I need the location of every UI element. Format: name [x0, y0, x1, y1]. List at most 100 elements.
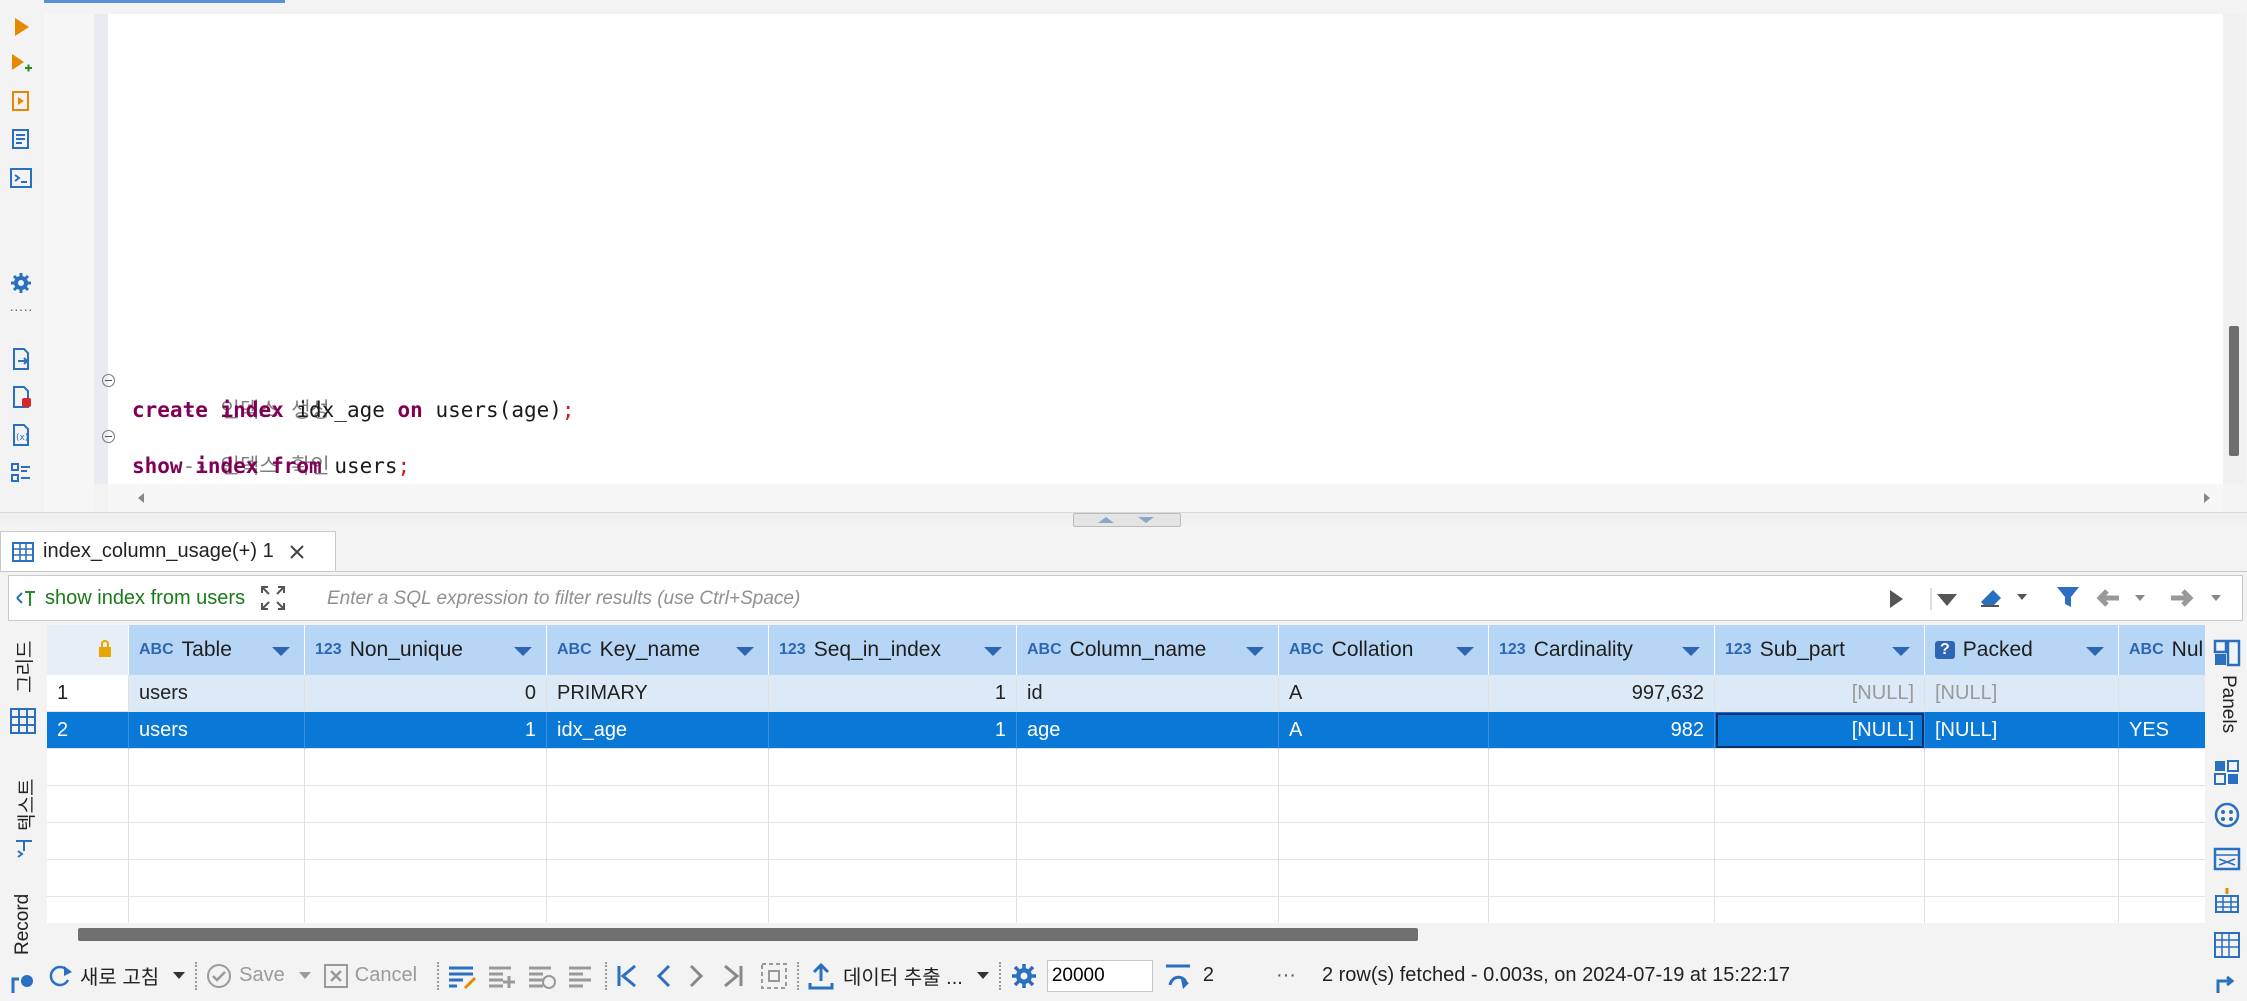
expand-filter-icon[interactable] — [259, 584, 287, 612]
table-cell[interactable] — [1715, 749, 1925, 786]
table-cell[interactable] — [769, 897, 1017, 923]
table-cell[interactable] — [1489, 749, 1715, 786]
table-cell[interactable] — [1715, 786, 1925, 823]
vtab-grid-label[interactable]: 그리드 — [10, 641, 37, 693]
table-cell[interactable]: idx_age — [547, 712, 769, 749]
row-number[interactable] — [47, 823, 129, 860]
grid-view-icon[interactable] — [10, 708, 36, 734]
editor-horizontal-scrollbar[interactable] — [108, 484, 2223, 512]
save-dropdown-icon[interactable] — [297, 969, 313, 983]
table-cell[interactable] — [2119, 897, 2205, 923]
table-cell[interactable] — [1925, 897, 2119, 923]
table-cell[interactable] — [305, 786, 547, 823]
problems-icon[interactable] — [8, 384, 34, 410]
table-cell[interactable] — [1715, 897, 1925, 923]
table-cell[interactable]: 1 — [769, 675, 1017, 712]
table-cell[interactable] — [305, 749, 547, 786]
delete-row-icon[interactable] — [567, 962, 597, 990]
fold-toggle-icon[interactable] — [102, 430, 115, 443]
add-row-icon[interactable] — [487, 962, 517, 990]
sql-editor[interactable]: -- 인덱스 생성 create index idx_age on users(… — [102, 14, 2223, 484]
table-cell[interactable]: 1 — [769, 712, 1017, 749]
table-row[interactable]: 1 users 0 PRIMARY 1 id A 997,632 [NULL] [NULL] — [47, 675, 2205, 712]
editor-vertical-scroll-thumb[interactable] — [2229, 326, 2239, 456]
text-view-icon[interactable] — [12, 837, 36, 861]
row-number[interactable]: 2 — [47, 712, 129, 749]
table-cell[interactable] — [769, 749, 1017, 786]
export-upload-icon[interactable] — [807, 961, 835, 991]
tab-results[interactable]: index_column_usage(+) 1 — [0, 531, 336, 571]
clear-filter-eraser-icon[interactable] — [1977, 584, 2029, 612]
row-number[interactable] — [47, 749, 129, 786]
table-cell[interactable]: YES — [2119, 712, 2205, 749]
fetch-all-icon[interactable] — [759, 961, 789, 991]
script-explain-icon[interactable] — [8, 126, 34, 152]
table-cell[interactable] — [2119, 860, 2205, 897]
table-row[interactable] — [47, 860, 2205, 897]
filter-expression-input[interactable] — [325, 584, 1889, 614]
refresh-panel-icon[interactable] — [2213, 973, 2241, 1001]
next-page-icon[interactable] — [687, 962, 707, 990]
row-number[interactable] — [47, 897, 129, 923]
column-header[interactable]: ABC Collation — [1279, 625, 1489, 675]
scroll-left-arrow-icon[interactable] — [136, 492, 146, 504]
first-page-icon[interactable] — [615, 962, 639, 990]
table-cell[interactable] — [1279, 786, 1489, 823]
table-cell[interactable] — [1489, 823, 1715, 860]
table-cell[interactable] — [1715, 823, 1925, 860]
column-sort-icon[interactable] — [514, 647, 532, 656]
last-page-icon[interactable] — [721, 962, 745, 990]
export-script-icon[interactable] — [8, 346, 34, 372]
row-number[interactable] — [47, 860, 129, 897]
filter-funnel-icon[interactable] — [2055, 584, 2081, 612]
save-button[interactable]: Save — [239, 964, 285, 987]
previous-page-icon[interactable] — [653, 962, 673, 990]
column-header[interactable]: ABC Table — [129, 625, 305, 675]
fold-toggle-icon[interactable] — [102, 374, 115, 387]
panels-label[interactable]: Panels — [2217, 675, 2239, 733]
table-cell[interactable]: 982 — [1489, 712, 1715, 749]
filter-history-dropdown-icon[interactable] — [1929, 586, 1961, 612]
table-cell[interactable]: [NULL] — [1715, 712, 1925, 749]
refresh-button[interactable]: 새로 고침 — [80, 961, 159, 990]
table-cell[interactable] — [305, 860, 547, 897]
metadata-panel-icon[interactable] — [2213, 931, 2241, 959]
scroll-right-arrow-icon[interactable] — [2202, 492, 2212, 504]
column-header[interactable]: 123 Seq_in_index — [769, 625, 1017, 675]
table-row[interactable]: 2 users 1 idx_age 1 age A 982 [NULL] [NULL] YES — [47, 712, 2205, 749]
row-number[interactable]: 1 — [47, 675, 129, 712]
column-sort-icon[interactable] — [1682, 647, 1700, 656]
table-cell[interactable] — [769, 786, 1017, 823]
table-cell[interactable]: A — [1279, 675, 1489, 712]
table-cell[interactable] — [2119, 823, 2205, 860]
table-cell[interactable] — [129, 897, 305, 923]
table-cell[interactable] — [1017, 823, 1279, 860]
table-cell[interactable]: id — [1017, 675, 1279, 712]
table-cell[interactable] — [129, 749, 305, 786]
table-cell[interactable]: [NULL] — [1715, 675, 1925, 712]
history-back-icon[interactable] — [2093, 584, 2155, 612]
table-cell[interactable] — [129, 823, 305, 860]
table-cell[interactable] — [1925, 786, 2119, 823]
table-cell[interactable] — [2119, 786, 2205, 823]
value-panel-icon[interactable] — [2213, 759, 2241, 787]
table-cell[interactable]: PRIMARY — [547, 675, 769, 712]
history-forward-icon[interactable] — [2167, 584, 2231, 612]
execute-script-icon[interactable] — [8, 88, 34, 114]
table-cell[interactable] — [1489, 860, 1715, 897]
column-sort-icon[interactable] — [1892, 647, 1910, 656]
table-cell[interactable]: users — [129, 712, 305, 749]
table-cell[interactable] — [547, 860, 769, 897]
table-cell[interactable]: 0 — [305, 675, 547, 712]
table-cell[interactable] — [1489, 786, 1715, 823]
table-cell[interactable] — [1279, 749, 1489, 786]
column-sort-icon[interactable] — [272, 647, 290, 656]
column-header[interactable]: ABC Nul — [2119, 625, 2205, 675]
table-cell[interactable] — [1017, 786, 1279, 823]
grid-horizontal-scroll-thumb[interactable] — [78, 928, 1418, 941]
row-number[interactable] — [47, 786, 129, 823]
copy-row-icon[interactable] — [527, 962, 557, 990]
grouping-panel-icon[interactable] — [2213, 845, 2241, 873]
export-dropdown-icon[interactable] — [975, 969, 991, 983]
table-cell[interactable] — [547, 749, 769, 786]
